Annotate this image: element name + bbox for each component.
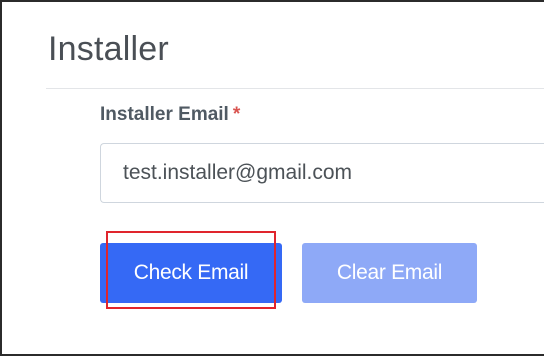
title-divider — [46, 88, 544, 89]
installer-email-label: Installer Email * — [100, 104, 240, 126]
installer-panel: Installer Installer Email* Check Email C… — [0, 0, 544, 356]
installer-email-label-text: Installer Email — [100, 104, 229, 125]
panel-title: Installer — [48, 30, 169, 68]
required-marker: * — [232, 104, 241, 125]
clear-email-button[interactable]: Clear Email — [302, 243, 477, 303]
installer-email-input[interactable] — [100, 143, 544, 203]
check-email-button[interactable]: Check Email — [100, 243, 282, 303]
